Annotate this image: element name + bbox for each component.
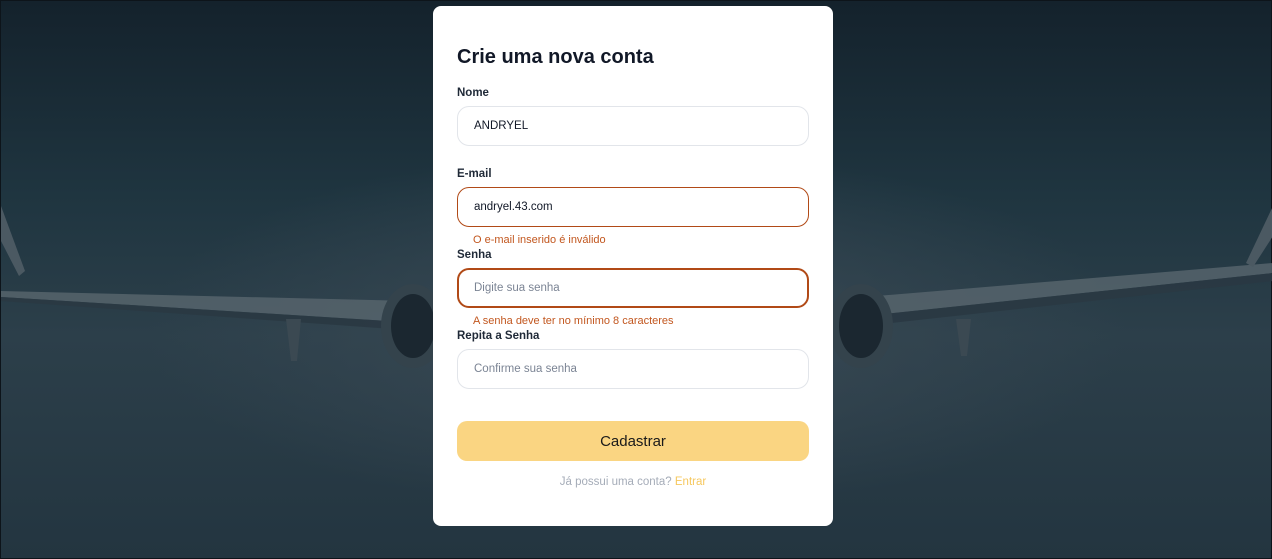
confirm-password-field[interactable] <box>457 349 809 389</box>
login-prompt-text: Já possui uma conta? <box>559 476 672 488</box>
password-label: Senha <box>457 249 492 261</box>
confirm-password-label: Repita a Senha <box>457 330 540 342</box>
email-label: E-mail <box>457 168 492 180</box>
password-error-message: A senha deve ter no mínimo 8 caracteres <box>473 315 674 327</box>
password-field[interactable] <box>457 268 809 308</box>
submit-button[interactable]: Cadastrar <box>457 421 809 461</box>
email-field[interactable] <box>457 187 809 227</box>
email-error-message: O e-mail inserido é inválido <box>473 234 606 246</box>
login-prompt: Já possui uma conta? Entrar <box>433 476 833 488</box>
name-label: Nome <box>457 87 489 99</box>
login-link[interactable]: Entrar <box>675 476 706 488</box>
page-title: Crie uma nova conta <box>457 46 654 68</box>
signup-card: Crie uma nova conta Nome E-mail O e-mail… <box>433 6 833 526</box>
name-field[interactable] <box>457 106 809 146</box>
